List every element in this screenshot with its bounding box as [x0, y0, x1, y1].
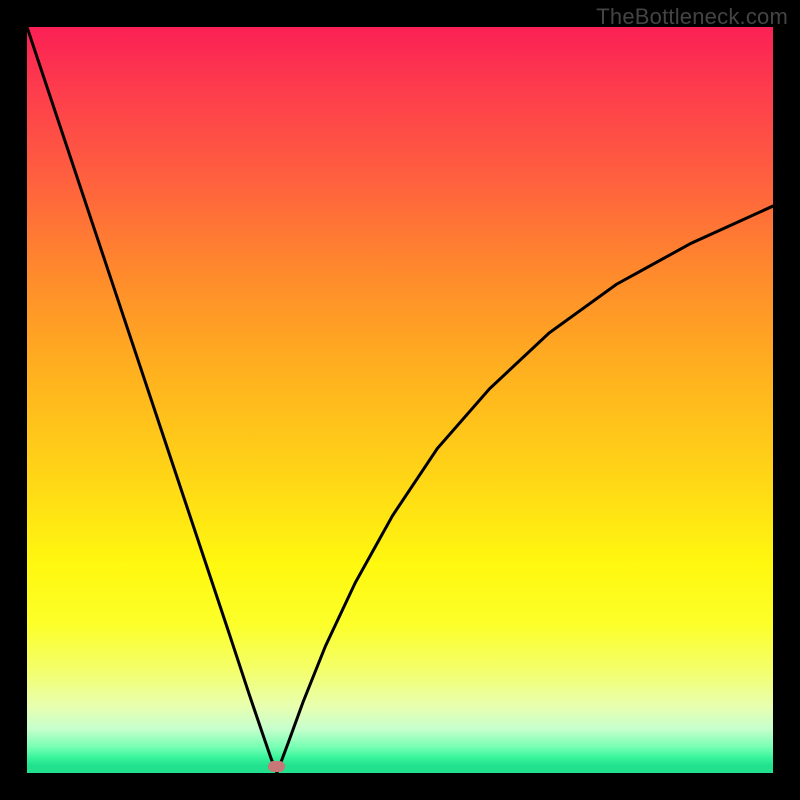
- chart-frame: [27, 27, 773, 773]
- optimal-point-marker: [268, 761, 285, 772]
- bottleneck-curve: [27, 27, 773, 773]
- curve-path: [27, 27, 773, 773]
